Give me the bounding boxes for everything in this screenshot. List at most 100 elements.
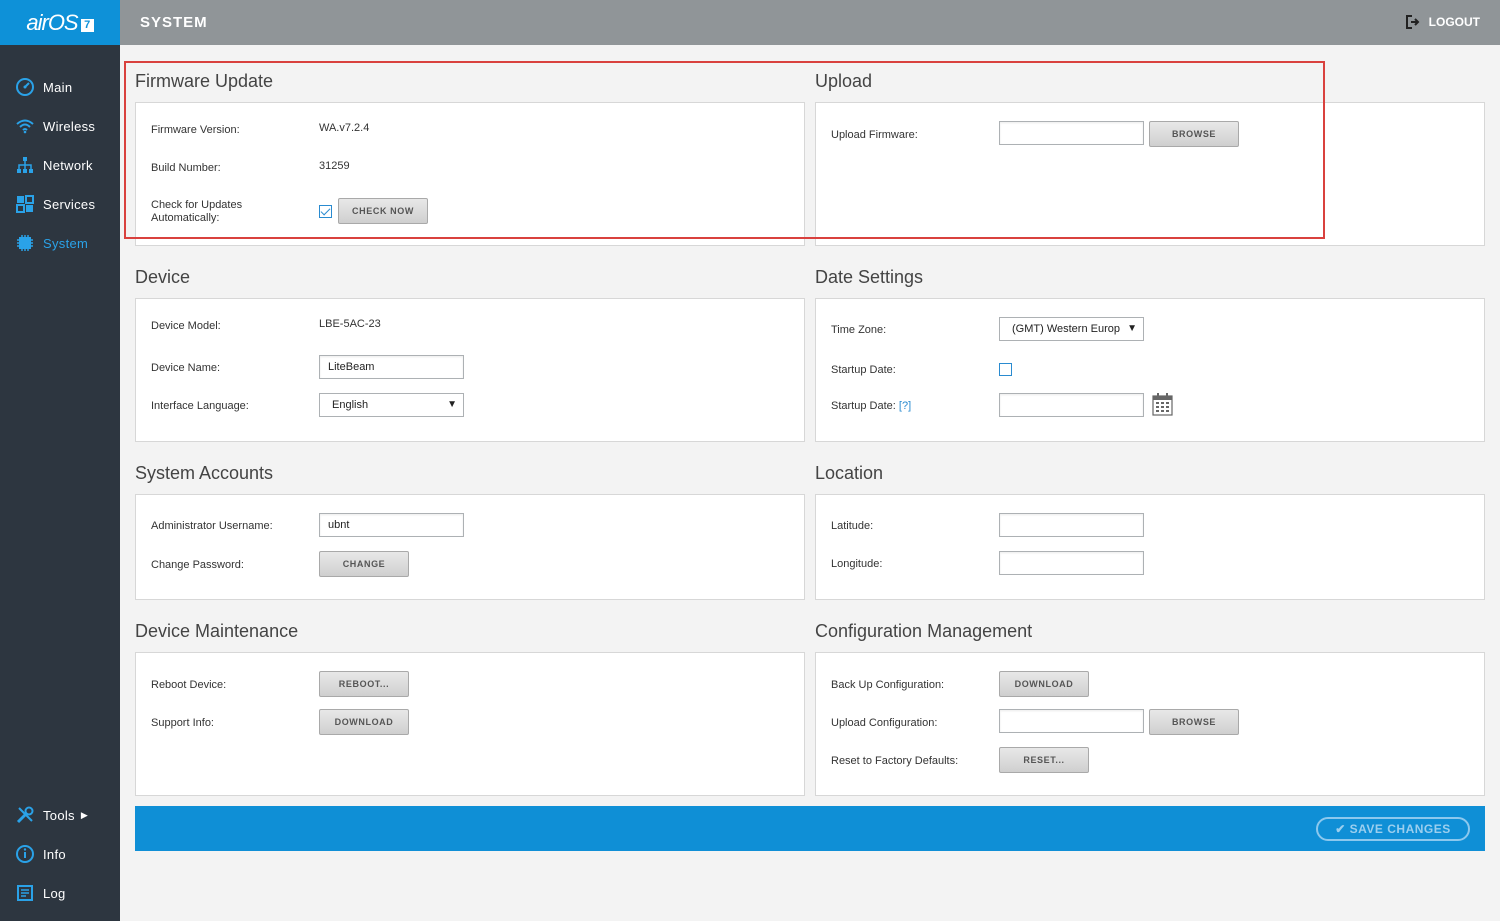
sidebar-item-system[interactable]: System	[0, 227, 120, 259]
checkmark-icon: ✔	[1335, 822, 1346, 836]
sidebar-item-network[interactable]: Network	[0, 149, 120, 181]
support-info-label: Support Info:	[151, 717, 214, 729]
startup-date-label-text: Startup Date:	[831, 400, 896, 412]
device-model-label: Device Model:	[151, 320, 221, 332]
upload-title: Upload	[815, 71, 873, 91]
device-name-field[interactable]: LiteBeam	[319, 355, 464, 379]
check-now-button[interactable]: CHECK NOW	[338, 198, 428, 224]
sidebar-item-wireless[interactable]: Wireless	[0, 110, 120, 142]
upload-config-label: Upload Configuration:	[831, 717, 938, 729]
log-icon	[15, 883, 35, 903]
upload-config-browse-button[interactable]: BROWSE	[1149, 709, 1239, 735]
upload-browse-button[interactable]: BROWSE	[1149, 121, 1239, 147]
logout-button[interactable]: LOGOUT	[1405, 15, 1480, 29]
upload-firmware-field[interactable]	[999, 121, 1144, 145]
firmware-version-value: WA.v7.2.4	[319, 122, 370, 134]
check-updates-label-line2: Automatically:	[151, 212, 220, 224]
device-panel	[135, 298, 805, 442]
sidebar-item-info[interactable]: Info	[0, 838, 120, 870]
firmware-version-label: Firmware Version:	[151, 124, 240, 136]
sidebar-item-label: Log	[43, 885, 66, 901]
startup-date-checkbox[interactable]	[999, 363, 1012, 376]
info-icon	[15, 844, 35, 864]
configuration-management-title: Configuration Management	[815, 621, 1033, 641]
factory-reset-label: Reset to Factory Defaults:	[831, 755, 959, 767]
build-number-value: 31259	[319, 160, 350, 172]
airos-logo[interactable]: airOS 7	[0, 0, 120, 45]
location-panel	[815, 494, 1485, 600]
check-updates-label-line1: Check for Updates	[151, 199, 243, 211]
calendar-icon[interactable]	[1152, 393, 1173, 416]
logout-label: LOGOUT	[1428, 15, 1480, 29]
sidebar-item-label: Main	[43, 79, 73, 95]
sidebar-item-log[interactable]: Log	[0, 877, 120, 909]
wifi-icon	[15, 116, 35, 136]
device-maintenance-panel	[135, 652, 805, 796]
latitude-label: Latitude:	[831, 520, 874, 532]
save-changes-button[interactable]: ✔ SAVE CHANGES	[1316, 817, 1470, 841]
change-password-label: Change Password:	[151, 559, 244, 571]
services-icon	[15, 194, 35, 214]
startup-date-enable-label: Startup Date:	[831, 364, 896, 376]
time-zone-select[interactable]: (GMT) Western Europ ▼	[999, 317, 1144, 341]
sidebar-item-label: Wireless	[43, 118, 96, 134]
dropdown-arrow-icon: ▼	[1127, 323, 1137, 334]
interface-language-label: Interface Language:	[151, 400, 249, 412]
interface-language-value: English	[332, 399, 369, 411]
device-name-label: Device Name:	[151, 362, 221, 374]
sidebar-item-label: Info	[43, 846, 66, 862]
backup-config-label: Back Up Configuration:	[831, 679, 945, 691]
support-info-download-button[interactable]: DOWNLOAD	[319, 709, 409, 735]
upload-config-field[interactable]	[999, 709, 1144, 733]
longitude-label: Longitude:	[831, 558, 883, 570]
build-number-label: Build Number:	[151, 162, 221, 174]
date-settings-panel	[815, 298, 1485, 442]
system-icon	[15, 233, 35, 253]
page-title: SYSTEM	[140, 14, 208, 31]
sidebar: airOS 7 Main Wireless Network Services Sy…	[0, 0, 120, 921]
date-settings-title: Date Settings	[815, 267, 924, 287]
reboot-button[interactable]: REBOOT...	[319, 671, 409, 697]
device-maintenance-title: Device Maintenance	[135, 621, 299, 641]
save-changes-label: SAVE CHANGES	[1349, 822, 1451, 836]
location-title: Location	[815, 463, 884, 483]
sidebar-item-label: Tools	[43, 807, 75, 823]
dropdown-arrow-icon: ▼	[447, 399, 457, 410]
backup-download-button[interactable]: DOWNLOAD	[999, 671, 1089, 697]
logout-icon	[1405, 15, 1420, 29]
device-title: Device	[135, 267, 191, 287]
system-accounts-panel	[135, 494, 805, 600]
device-model-value: LBE-5AC-23	[319, 318, 381, 330]
reboot-device-label: Reboot Device:	[151, 679, 227, 691]
admin-username-field[interactable]: ubnt	[319, 513, 464, 537]
sidebar-item-services[interactable]: Services	[0, 188, 120, 220]
startup-date-label: Startup Date: [?]	[831, 400, 911, 413]
logo-text: airOS	[26, 9, 78, 35]
tools-icon	[15, 805, 35, 825]
interface-language-select[interactable]: English ▼	[319, 393, 464, 417]
sidebar-item-label: Network	[43, 157, 93, 173]
change-password-button[interactable]: CHANGE	[319, 551, 409, 577]
gauge-icon	[15, 77, 35, 97]
upload-firmware-label: Upload Firmware:	[831, 129, 918, 141]
save-bar: ✔ SAVE CHANGES	[135, 806, 1485, 851]
system-accounts-title: System Accounts	[135, 463, 274, 483]
startup-date-help-link[interactable]: [?]	[899, 400, 911, 412]
factory-reset-button[interactable]: RESET...	[999, 747, 1089, 773]
time-zone-label: Time Zone:	[831, 324, 887, 336]
time-zone-value: (GMT) Western Europ	[1012, 323, 1120, 335]
latitude-field[interactable]	[999, 513, 1144, 537]
admin-username-label: Administrator Username:	[151, 520, 273, 532]
startup-date-field[interactable]	[999, 393, 1144, 417]
sidebar-item-label: System	[43, 235, 89, 251]
sidebar-item-tools[interactable]: Tools ▶	[0, 799, 120, 831]
firmware-update-title: Firmware Update	[135, 71, 274, 91]
check-updates-label: Check for Updates Automatically:	[151, 199, 242, 225]
longitude-field[interactable]	[999, 551, 1144, 575]
auto-update-checkbox[interactable]	[319, 205, 332, 218]
network-icon	[15, 155, 35, 175]
logo-version: 7	[80, 19, 94, 32]
sidebar-item-label: Services	[43, 196, 96, 212]
top-header: SYSTEM LOGOUT	[120, 0, 1500, 45]
sidebar-item-main[interactable]: Main	[0, 71, 120, 103]
